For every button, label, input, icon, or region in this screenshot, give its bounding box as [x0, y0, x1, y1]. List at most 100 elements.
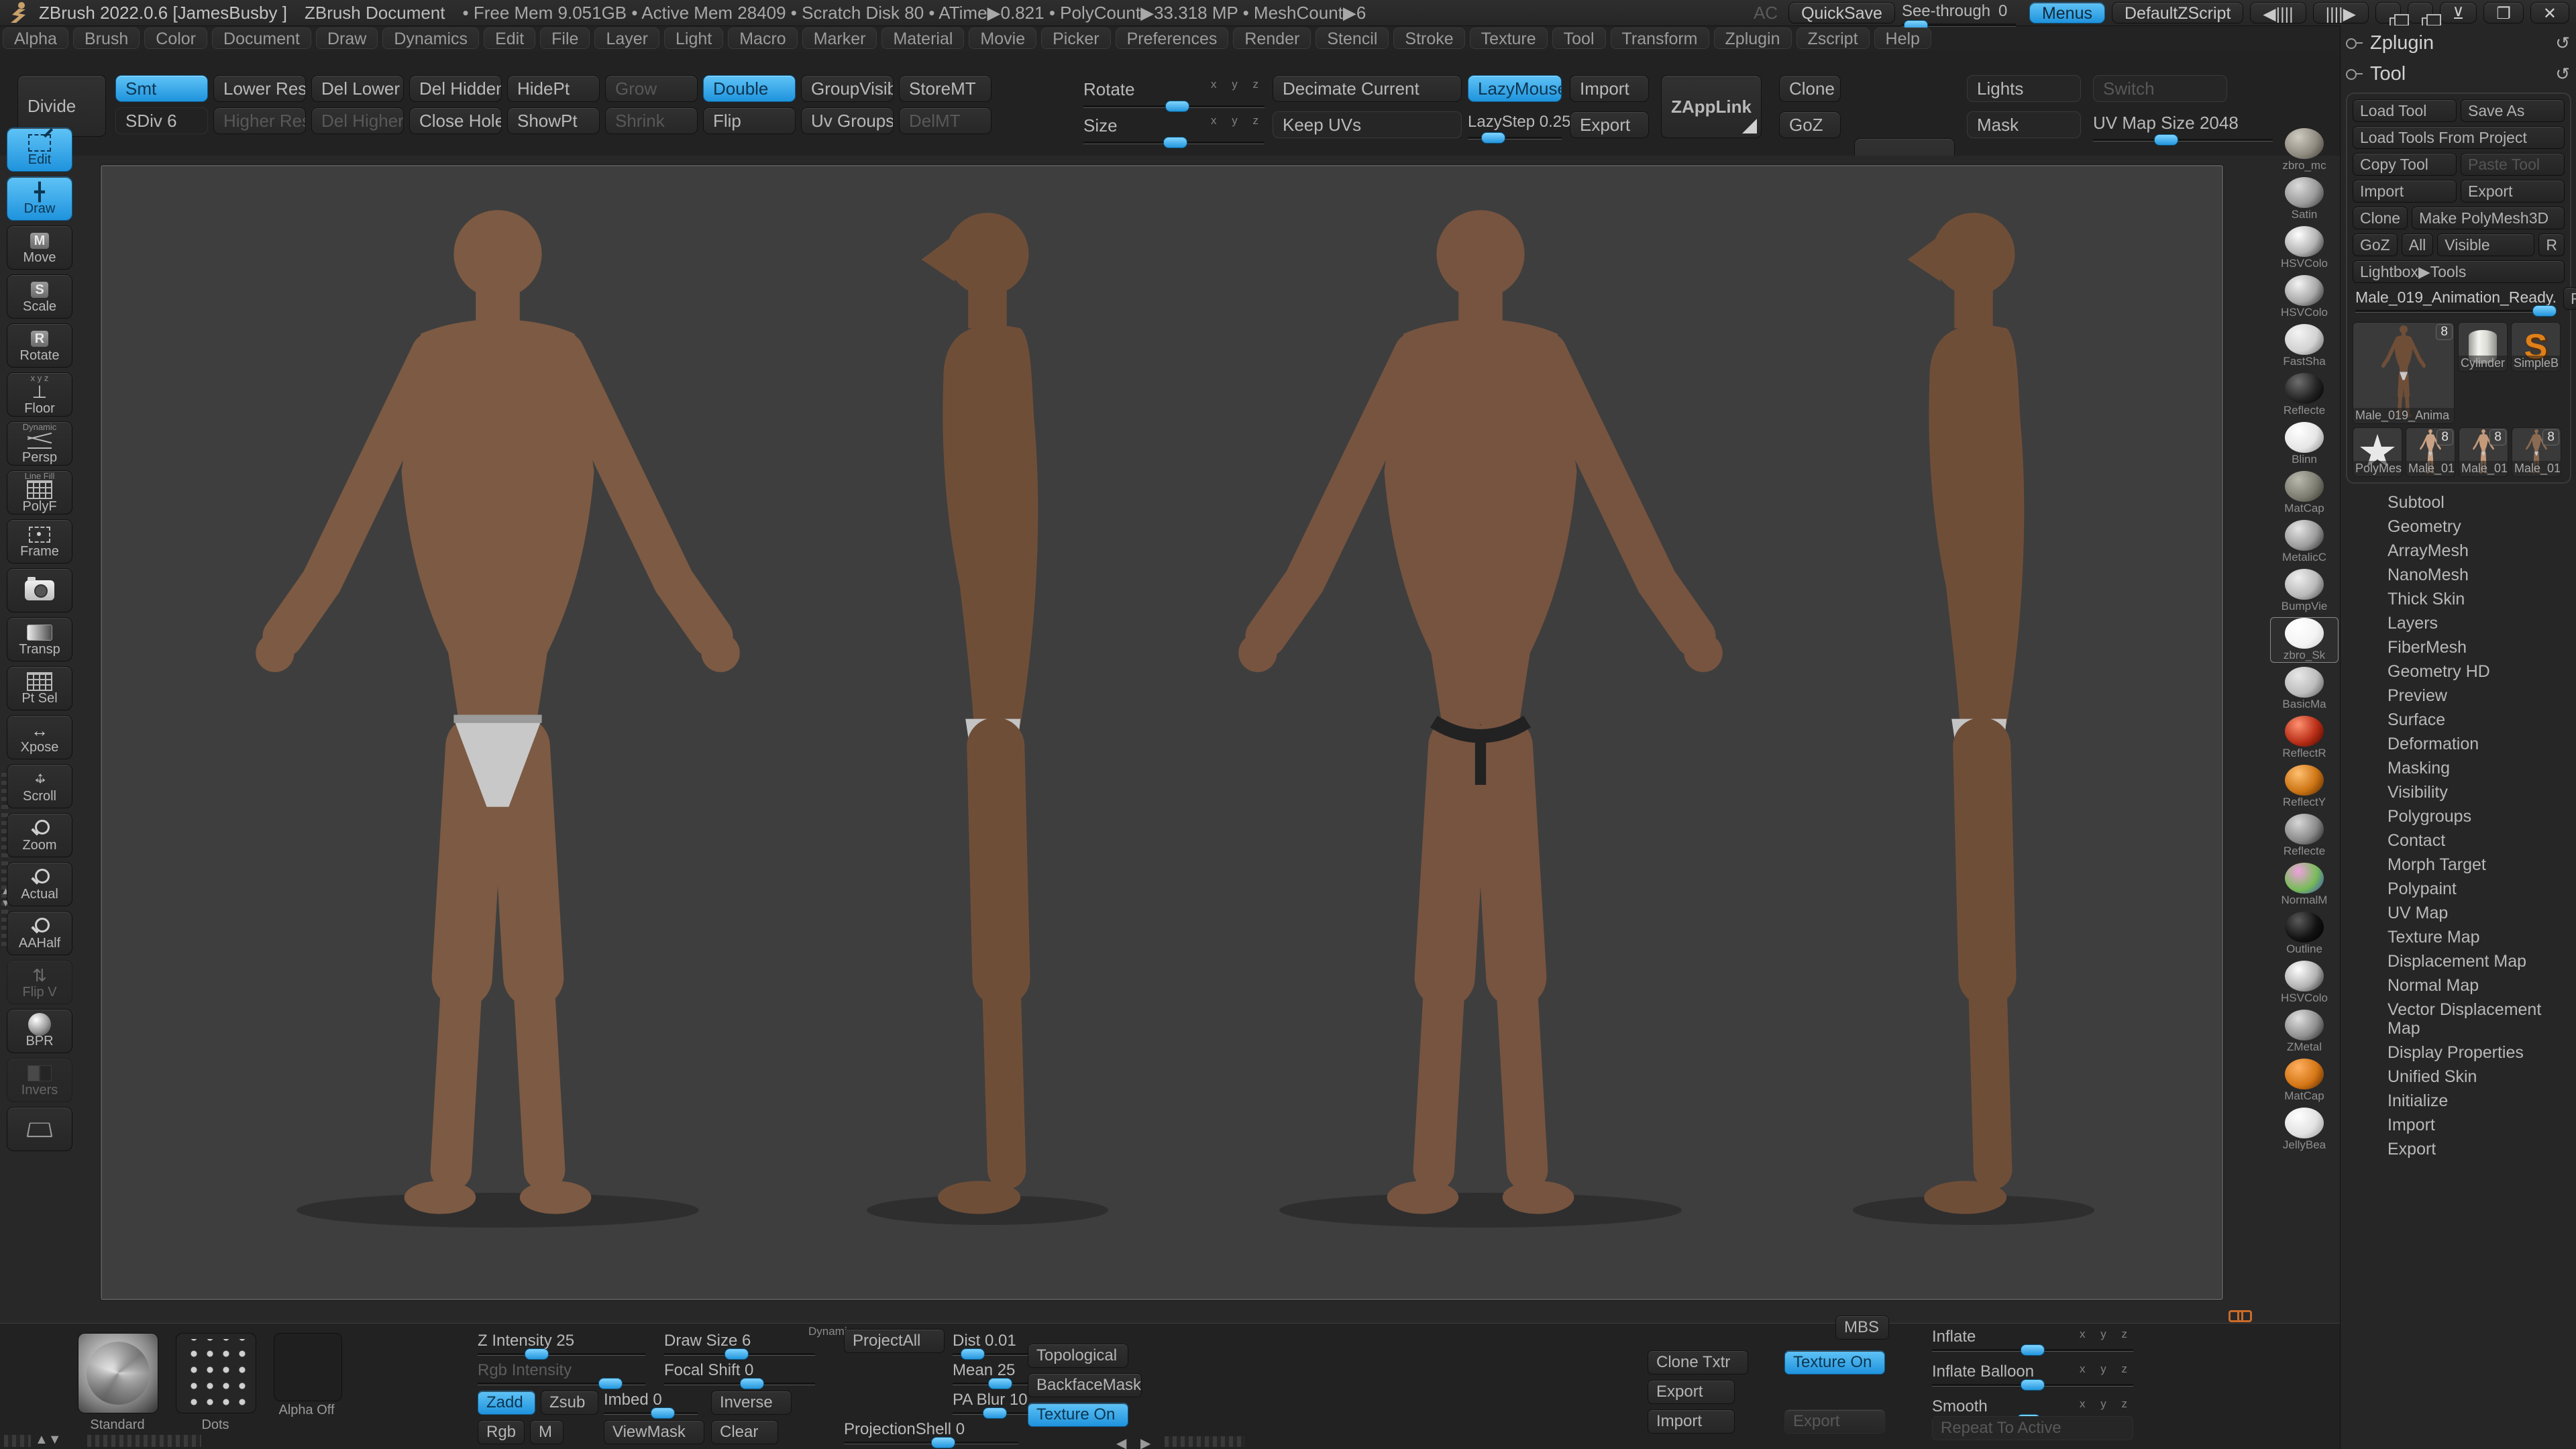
current-tool-slider[interactable]: Male_019_Animation_Ready.	[2353, 287, 2559, 318]
material-item[interactable]: zbro_mc	[2270, 127, 2339, 173]
size-slider[interactable]: Size x y z	[1083, 115, 1265, 144]
shelf-button[interactable]: Del Higher	[311, 107, 404, 134]
model-view-left-profile[interactable]	[922, 213, 1038, 1214]
clone-tool-button[interactable]: Clone	[2353, 207, 2408, 229]
zadd-button[interactable]: Zadd	[478, 1391, 535, 1415]
xyz-axis-toggles[interactable]: x y z	[2080, 1397, 2133, 1411]
xyz-axis-toggles[interactable]: x y z	[1211, 78, 1265, 91]
menu-item[interactable]: Transform	[1611, 28, 1709, 49]
menu-item[interactable]: Stencil	[1316, 28, 1389, 49]
shelf-button[interactable]: Close Holes	[409, 107, 502, 134]
clear-button[interactable]: Clear	[711, 1420, 778, 1444]
paste-tool-button[interactable]: Paste Tool	[2461, 153, 2565, 176]
subpalette-item[interactable]: Unified Skin	[2341, 1065, 2576, 1089]
subpalette-item[interactable]: NanoMesh	[2341, 563, 2576, 587]
subpalette-item[interactable]: UV Map	[2341, 901, 2576, 925]
left-shelf-tool[interactable]: Dynamic Persp	[7, 421, 72, 466]
tool-thumbnail[interactable]: 8 Male_01	[2459, 427, 2508, 477]
subpalette-item[interactable]: Geometry HD	[2341, 659, 2576, 684]
material-item[interactable]: JellyBea	[2270, 1107, 2339, 1152]
export-button-disabled[interactable]: Export	[1784, 1409, 1885, 1434]
projection-shell-knob[interactable]	[931, 1437, 955, 1448]
left-shelf-tool[interactable]: Zoom	[7, 813, 72, 857]
minimize-button[interactable]: ⊻	[2440, 2, 2477, 23]
menu-item[interactable]: Macro	[728, 28, 797, 49]
menu-item[interactable]: Zscript	[1796, 28, 1870, 49]
material-item[interactable]: MatCap	[2270, 1058, 2339, 1104]
uv-map-size-slider[interactable]: UV Map Size 2048	[2093, 113, 2273, 142]
projection-shell-slider[interactable]: ProjectionShell 0	[844, 1420, 1018, 1444]
zsub-button[interactable]: Zsub	[541, 1391, 598, 1415]
subpalette-item[interactable]: Normal Map	[2341, 973, 2576, 998]
clone-txtr-button[interactable]: Clone Txtr	[1648, 1350, 1748, 1375]
export-tool-button[interactable]: Export	[2461, 180, 2565, 203]
left-shelf-tool[interactable]: ↔ Xpose	[7, 715, 72, 759]
clone-button[interactable]: Clone	[1779, 75, 1841, 102]
import-button[interactable]: Import	[1570, 75, 1649, 102]
tool-thumbnail[interactable]: S SimpleB	[2511, 322, 2561, 372]
goz-r-button[interactable]: R	[2538, 233, 2565, 256]
texture-on-button[interactable]: Texture On	[1028, 1403, 1128, 1427]
decimate-current-button[interactable]: Decimate Current	[1273, 75, 1462, 102]
subpalette-item[interactable]: Polypaint	[2341, 877, 2576, 901]
material-item[interactable]: HSVColo	[2270, 960, 2339, 1006]
menu-item[interactable]: Marker	[802, 28, 877, 49]
projectall-button[interactable]: ProjectAll	[844, 1329, 945, 1353]
export-texture-button[interactable]: Export	[1648, 1380, 1735, 1404]
zplugin-palette-header[interactable]: Zplugin ↺	[2346, 30, 2570, 56]
subpalette-item[interactable]: Export	[2341, 1137, 2576, 1161]
focal-shift-slider[interactable]: Focal Shift 0	[664, 1361, 815, 1385]
import-tool-button[interactable]: Import	[2353, 180, 2457, 203]
z-intensity-knob[interactable]	[525, 1348, 549, 1360]
left-shelf-tool[interactable]	[7, 1107, 72, 1151]
xyz-axis-toggles[interactable]: x y z	[1211, 114, 1265, 127]
menus-toggle-button[interactable]: Menus	[2029, 2, 2105, 23]
menu-item[interactable]: Texture	[1470, 28, 1548, 49]
z-intensity-slider[interactable]: Z Intensity 25	[478, 1332, 645, 1356]
rgb-intensity-knob[interactable]	[598, 1378, 623, 1389]
subpalette-item[interactable]: Contact	[2341, 828, 2576, 853]
alpha-thumbnail[interactable]	[274, 1333, 342, 1401]
deformation-knob[interactable]	[2021, 1379, 2045, 1391]
left-shelf-tool[interactable]: x y z ⊥ Floor	[7, 372, 72, 417]
goz-button[interactable]: GoZ	[1779, 111, 1841, 138]
goz-tool-button[interactable]: GoZ	[2353, 233, 2398, 256]
lightbox-tools-button[interactable]: Lightbox▶Tools	[2353, 260, 2565, 283]
menu-item[interactable]: File	[540, 28, 590, 49]
repeat-to-active-button[interactable]: Repeat To Active	[1932, 1416, 2133, 1440]
m-button[interactable]: M	[530, 1420, 564, 1444]
mask-button[interactable]: Mask	[1967, 111, 2081, 138]
menu-item[interactable]: Zplugin	[1714, 28, 1792, 49]
menu-item[interactable]: Color	[144, 28, 207, 49]
size-knob[interactable]	[1163, 137, 1187, 148]
menu-item[interactable]: Preferences	[1116, 28, 1229, 49]
left-shelf-tool[interactable]: ╋ Draw	[7, 176, 72, 221]
rotate-knob[interactable]	[1165, 101, 1189, 112]
deformation-slider[interactable]: Inflate x y z	[1932, 1328, 2133, 1352]
left-shelf-tool[interactable]: Edit	[7, 127, 72, 172]
current-tool-r-button[interactable]: R	[2563, 287, 2576, 310]
rgb-button[interactable]: Rgb	[478, 1420, 525, 1444]
material-item[interactable]: Reflecte	[2270, 372, 2339, 418]
make-polymesh3d-button[interactable]: Make PolyMesh3D	[2412, 207, 2565, 229]
shelf-button[interactable]: Del Hidden	[409, 75, 502, 102]
tool-palette-header[interactable]: Tool ↺	[2346, 60, 2570, 87]
subpalette-item[interactable]: Thick Skin	[2341, 587, 2576, 611]
subpalette-item[interactable]: Visibility	[2341, 780, 2576, 804]
shelf-button[interactable]: Lower Res	[213, 75, 306, 102]
left-shelf-tool[interactable]: Scroll	[7, 764, 72, 808]
close-button[interactable]: ✕	[2530, 2, 2569, 23]
canvas-models[interactable]	[102, 166, 2222, 1299]
deformation-slider[interactable]: Inflate Balloon x y z	[1932, 1362, 2133, 1387]
goz-visible-button[interactable]: Visible	[2437, 233, 2534, 256]
zapplink-button[interactable]: ZAppLink	[1661, 75, 1762, 138]
current-tool-knob[interactable]	[2532, 305, 2557, 317]
material-item[interactable]: ReflectY	[2270, 764, 2339, 810]
left-shelf-tool[interactable]: Transp	[7, 617, 72, 661]
draw-size-slider[interactable]: Draw Size 6	[664, 1332, 815, 1356]
shelf-button[interactable]: ShowPt	[507, 107, 600, 134]
prev-document-button[interactable]	[2375, 2, 2401, 23]
shelf-button[interactable]: GroupVisible	[801, 75, 894, 102]
menu-item[interactable]: Stroke	[1393, 28, 1464, 49]
material-item[interactable]: zbro_Sk	[2270, 617, 2339, 663]
